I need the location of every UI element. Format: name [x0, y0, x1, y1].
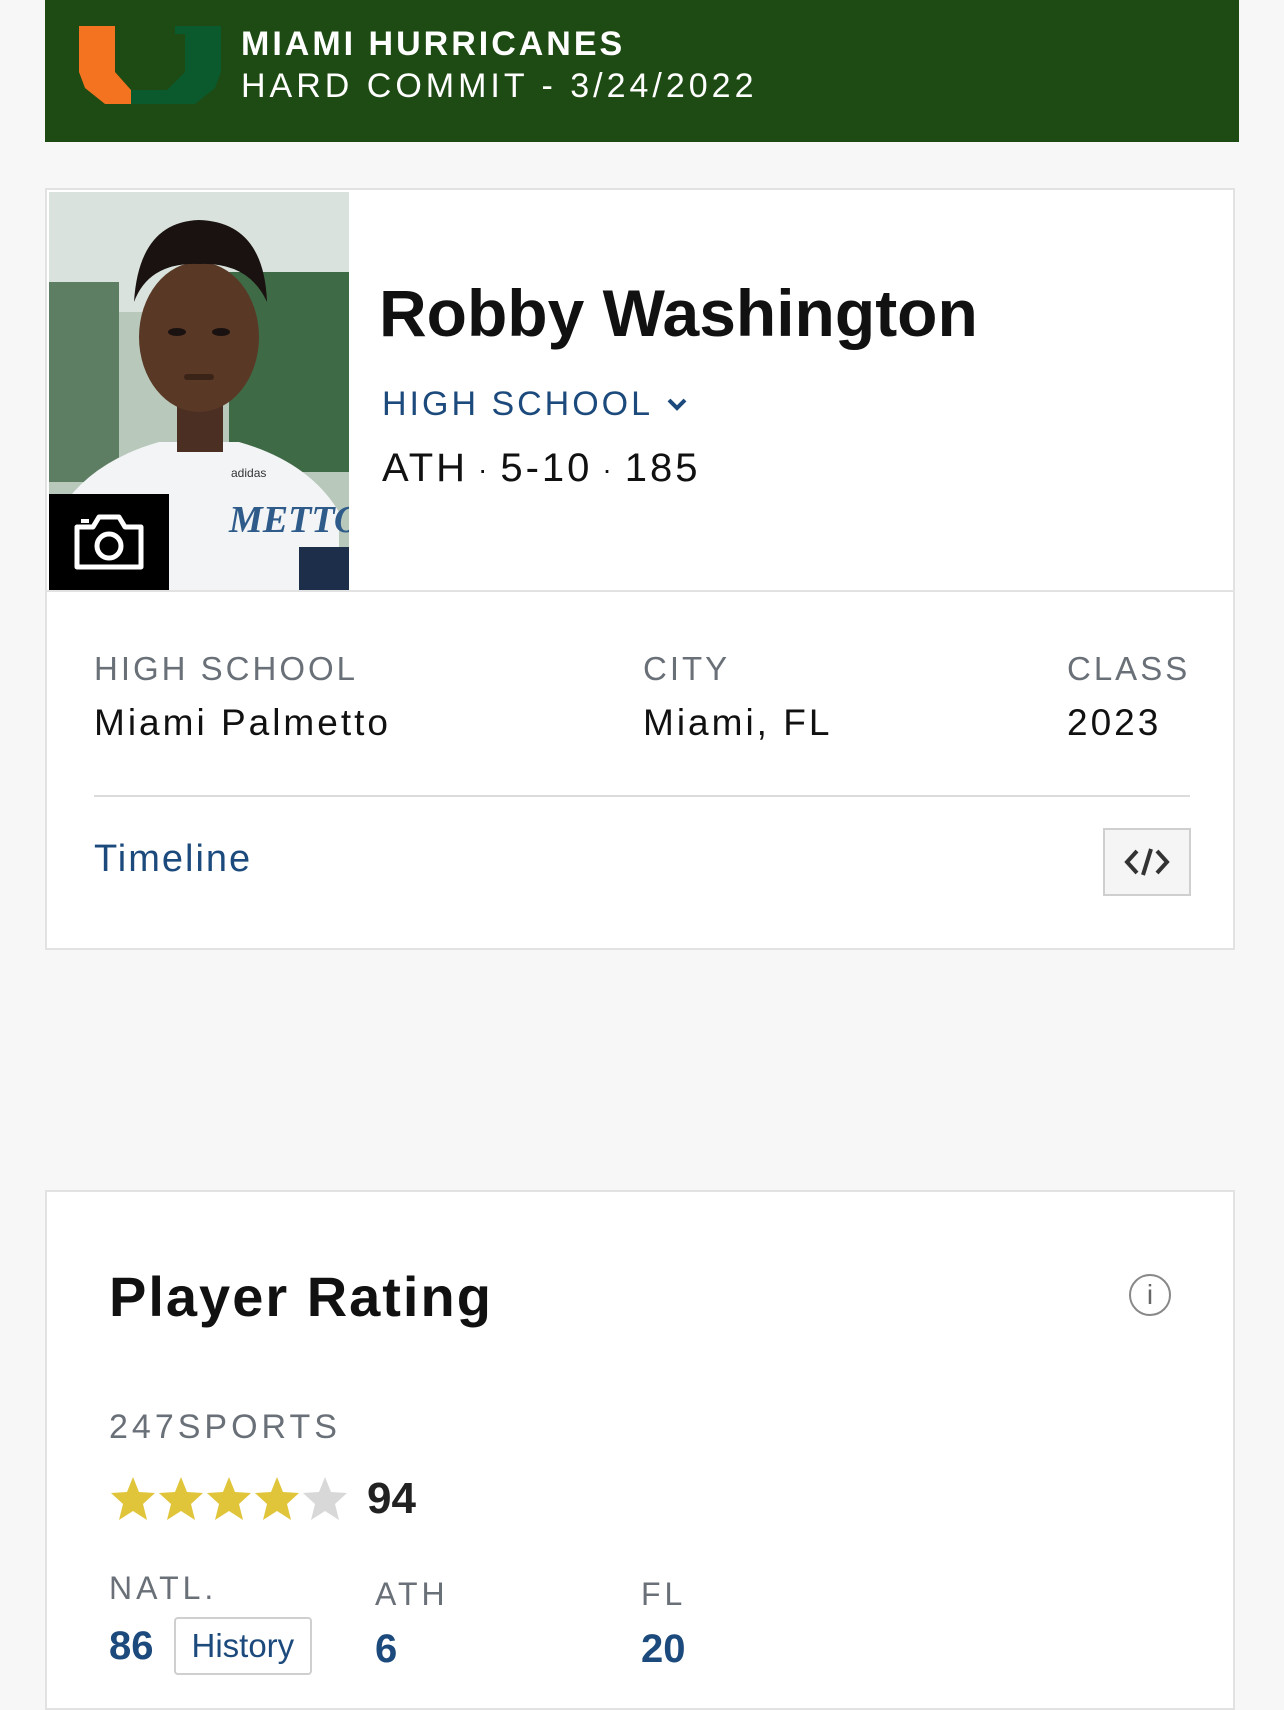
camera-button[interactable]	[49, 494, 169, 590]
timeline-link[interactable]: Timeline	[94, 838, 252, 881]
high-school-value: Miami Palmetto	[94, 702, 391, 743]
player-photo[interactable]: METTO adidas	[49, 192, 349, 590]
national-rank-label: NATL.	[109, 1570, 218, 1606]
player-rating-card: Player Rating i 247SPORTS 94 NATL. 86 Hi…	[45, 1190, 1235, 1710]
player-name: Robby Washington	[379, 276, 978, 350]
camera-icon	[74, 514, 144, 570]
class-info: CLASS 2023	[1067, 650, 1190, 744]
svg-text:adidas: adidas	[231, 466, 266, 480]
star-icon	[255, 1477, 299, 1520]
rating-title: Player Rating	[109, 1265, 493, 1328]
level-selector-label: HIGH SCHOOL	[382, 385, 654, 423]
info-icon[interactable]: i	[1129, 1274, 1171, 1316]
star-icon	[111, 1477, 155, 1520]
level-selector[interactable]: HIGH SCHOOL	[382, 385, 687, 424]
class-label: CLASS	[1067, 650, 1191, 687]
position-rank-value[interactable]: 6	[375, 1627, 397, 1672]
position-rank-label: ATH	[375, 1576, 449, 1612]
state-rank-value[interactable]: 20	[641, 1627, 686, 1672]
high-school-label: HIGH SCHOOL	[94, 650, 359, 687]
city-label: CITY	[643, 650, 731, 687]
code-embed-icon	[1124, 848, 1170, 876]
chevron-down-icon	[667, 398, 687, 411]
star-icons	[111, 1477, 347, 1520]
city-value: Miami, FL	[643, 702, 833, 743]
national-rank: NATL. 86 History	[109, 1570, 313, 1675]
star-icon	[159, 1477, 203, 1520]
player-vitals: ATH · 5-10 · 185	[382, 446, 701, 491]
player-weight: 185	[624, 446, 701, 490]
class-value: 2023	[1067, 702, 1162, 743]
profile-card: METTO adidas Robby Washington HIGH SCHOO…	[45, 188, 1235, 950]
separator-dot: ·	[478, 454, 491, 486]
star-rating: 94	[109, 1474, 416, 1524]
city-info: CITY Miami, FL	[643, 650, 832, 744]
banner-commit-status: HARD COMMIT - 3/24/2022	[241, 67, 758, 105]
state-rank-label: FL	[641, 1576, 687, 1612]
player-height: 5-10	[500, 446, 593, 490]
rating-score: 94	[367, 1474, 416, 1523]
rating-source: 247SPORTS	[109, 1408, 341, 1446]
miami-u-logo	[79, 26, 221, 104]
commit-banner: MIAMI HURRICANES HARD COMMIT - 3/24/2022	[45, 0, 1239, 142]
divider	[94, 795, 1190, 797]
svg-text:METTO: METTO	[228, 499, 349, 541]
star-icon	[207, 1477, 251, 1520]
high-school-info: HIGH SCHOOL Miami Palmetto	[94, 650, 391, 744]
separator-dot: ·	[602, 454, 615, 486]
history-button[interactable]: History	[173, 1617, 313, 1675]
star-icon-empty	[303, 1477, 347, 1520]
national-rank-value[interactable]: 86	[109, 1624, 154, 1669]
divider	[47, 590, 1233, 592]
banner-team-name: MIAMI HURRICANES	[241, 25, 626, 63]
player-position: ATH	[382, 446, 469, 490]
embed-button[interactable]	[1103, 828, 1191, 896]
state-rank: FL 20	[641, 1576, 686, 1672]
position-rank: ATH 6	[375, 1576, 449, 1672]
